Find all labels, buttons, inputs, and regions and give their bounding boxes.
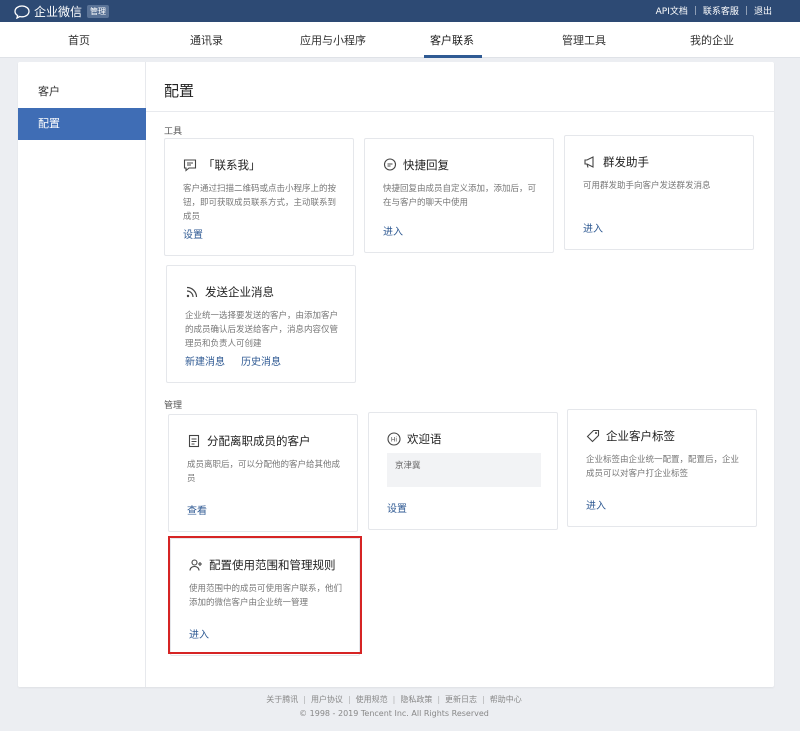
footer-link-changelog[interactable]: 更新日志 xyxy=(445,694,477,705)
settings-link[interactable]: 设置 xyxy=(387,500,407,515)
message-icon xyxy=(183,159,197,172)
footer-link-privacy[interactable]: 隐私政策 xyxy=(400,694,432,705)
footer-link-terms[interactable]: 用户协议 xyxy=(311,694,343,705)
card-header: 分配离职成员的客户 xyxy=(187,433,311,449)
section-label-tools: 工具 xyxy=(164,127,183,137)
card-quick-reply: 快捷回复 快捷回复由成员自定义添加，添加后，可在与客户的聊天中使用 进入 xyxy=(364,138,554,253)
active-tab-indicator xyxy=(424,55,482,58)
card-title: 快捷回复 xyxy=(403,158,449,172)
tab-apps[interactable]: 应用与小程序 xyxy=(300,32,366,48)
tab-home[interactable]: 首页 xyxy=(68,32,90,48)
card-header: 群发助手 xyxy=(583,154,649,170)
card-description: 客户通过扫描二维码或点击小程序上的按钮，即可获取成员联系方式，主动联系到成员 xyxy=(183,184,337,222)
admin-badge: 管理 xyxy=(87,5,110,18)
card-description: 成员离职后，可以分配他的客户给其他成员 xyxy=(187,460,341,484)
copyright: © 1998 - 2019 Tencent Inc. All Rights Re… xyxy=(299,709,489,718)
contact-support-link[interactable]: 联系客服 xyxy=(703,4,739,17)
history-message-link[interactable]: 历史消息 xyxy=(241,353,281,368)
settings-link[interactable]: 设置 xyxy=(183,226,203,241)
page-title: 配置 xyxy=(164,82,195,100)
tab-customer-contact[interactable]: 客户联系 xyxy=(430,32,474,48)
sidebar-item-config[interactable]: 配置 xyxy=(18,108,146,140)
card-group-send: 群发助手 可用群发助手向客户发送群发消息 进入 xyxy=(564,135,754,250)
card-title: 发送企业消息 xyxy=(205,285,274,299)
footer: 关于腾讯 | 用户协议 | 使用规范 | 隐私政策 | 更新日志 | 帮助中心 … xyxy=(0,694,800,718)
enter-link[interactable]: 进入 xyxy=(586,497,606,512)
footer-link-help[interactable]: 帮助中心 xyxy=(490,694,522,705)
card-assign-resigned: 分配离职成员的客户 成员离职后，可以分配他的客户给其他成员 查看 xyxy=(168,414,358,532)
card-header: 「联系我」 xyxy=(183,157,261,173)
top-bar: 企业微信 管理 API文档 | 联系客服 | 退出 xyxy=(0,0,800,22)
enter-link[interactable]: 进入 xyxy=(383,223,403,238)
content-area: 配置 工具 「联系我」 客户通过扫描二维码或点击小程序上的按钮，即可获取成员联系… xyxy=(146,62,774,687)
tag-icon xyxy=(586,429,600,443)
separator: | xyxy=(392,695,396,704)
card-description: 企业统一选择要发送的客户，由添加客户的成员确认后发送给客户，消息内容仅管理员和负… xyxy=(185,311,339,349)
card-title: 「联系我」 xyxy=(203,158,261,172)
card-title: 分配离职成员的客户 xyxy=(207,434,311,448)
card-description: 可用群发助手向客户发送群发消息 xyxy=(583,181,711,191)
card-description: 企业标签由企业统一配置，配置后，企业成员可以对客户打企业标签 xyxy=(586,455,740,479)
tab-management-tools[interactable]: 管理工具 xyxy=(562,32,606,48)
hi-icon: Hi xyxy=(387,432,401,446)
separator: | xyxy=(347,695,351,704)
card-title: 群发助手 xyxy=(603,155,649,169)
card-description: 快捷回复由成员自定义添加，添加后，可在与客户的聊天中使用 xyxy=(383,184,537,208)
logout-link[interactable]: 退出 xyxy=(754,4,772,17)
separator: | xyxy=(693,5,697,16)
main-nav: 首页 通讯录 应用与小程序 客户联系 管理工具 我的企业 xyxy=(0,22,800,58)
highlight-box xyxy=(168,536,362,654)
chat-bubble-icon xyxy=(14,4,30,19)
new-message-link[interactable]: 新建消息 xyxy=(185,353,225,368)
separator: | xyxy=(744,5,748,16)
card-title: 企业客户标签 xyxy=(606,429,675,443)
sidebar: 客户 配置 xyxy=(18,62,146,687)
document-list-icon xyxy=(188,434,200,448)
svg-text:Hi: Hi xyxy=(391,436,398,443)
top-links: API文档 | 联系客服 | 退出 xyxy=(656,4,772,18)
tab-my-enterprise[interactable]: 我的企业 xyxy=(690,32,734,48)
card-header: 快捷回复 xyxy=(383,157,449,173)
footer-link-about[interactable]: 关于腾讯 xyxy=(266,694,298,705)
api-docs-link[interactable]: API文档 xyxy=(656,4,688,17)
separator: | xyxy=(482,695,485,704)
section-label-manage: 管理 xyxy=(164,401,183,411)
app-logo[interactable]: 企业微信 管理 xyxy=(14,3,110,20)
card-contact-me: 「联系我」 客户通过扫描二维码或点击小程序上的按钮，即可获取成员联系方式，主动联… xyxy=(164,138,354,256)
app-name: 企业微信 xyxy=(34,5,83,19)
title-divider xyxy=(146,111,774,112)
card-header: 发送企业消息 xyxy=(185,284,274,300)
separator: | xyxy=(303,695,306,704)
card-enterprise-message: 发送企业消息 企业统一选择要发送的客户，由添加客户的成员确认后发送给客户，消息内… xyxy=(166,265,356,383)
card-enterprise-tags: 企业客户标签 企业标签由企业统一配置，配置后，企业成员可以对客户打企业标签 进入 xyxy=(567,409,757,527)
card-header: Hi 欢迎语 xyxy=(387,431,442,447)
sidebar-item-customers[interactable]: 客户 xyxy=(18,76,146,108)
megaphone-icon xyxy=(584,156,594,168)
chat-dots-icon xyxy=(383,158,397,171)
tab-contacts[interactable]: 通讯录 xyxy=(190,32,223,48)
footer-link-usage-rules[interactable]: 使用规范 xyxy=(356,694,388,705)
view-link[interactable]: 查看 xyxy=(187,502,207,517)
card-header: 企业客户标签 xyxy=(586,428,675,444)
enter-link[interactable]: 进入 xyxy=(583,220,603,235)
main-panel: 客户 配置 配置 工具 「联系我」 客户通过扫描二维码或点击小程序上的按钮，即可… xyxy=(18,62,774,687)
rss-icon xyxy=(186,286,198,298)
card-welcome-message: Hi 欢迎语 京津冀 设置 xyxy=(368,412,558,530)
welcome-preview-box: 京津冀 xyxy=(387,453,541,487)
separator: | xyxy=(437,695,441,704)
card-title: 欢迎语 xyxy=(407,432,442,446)
